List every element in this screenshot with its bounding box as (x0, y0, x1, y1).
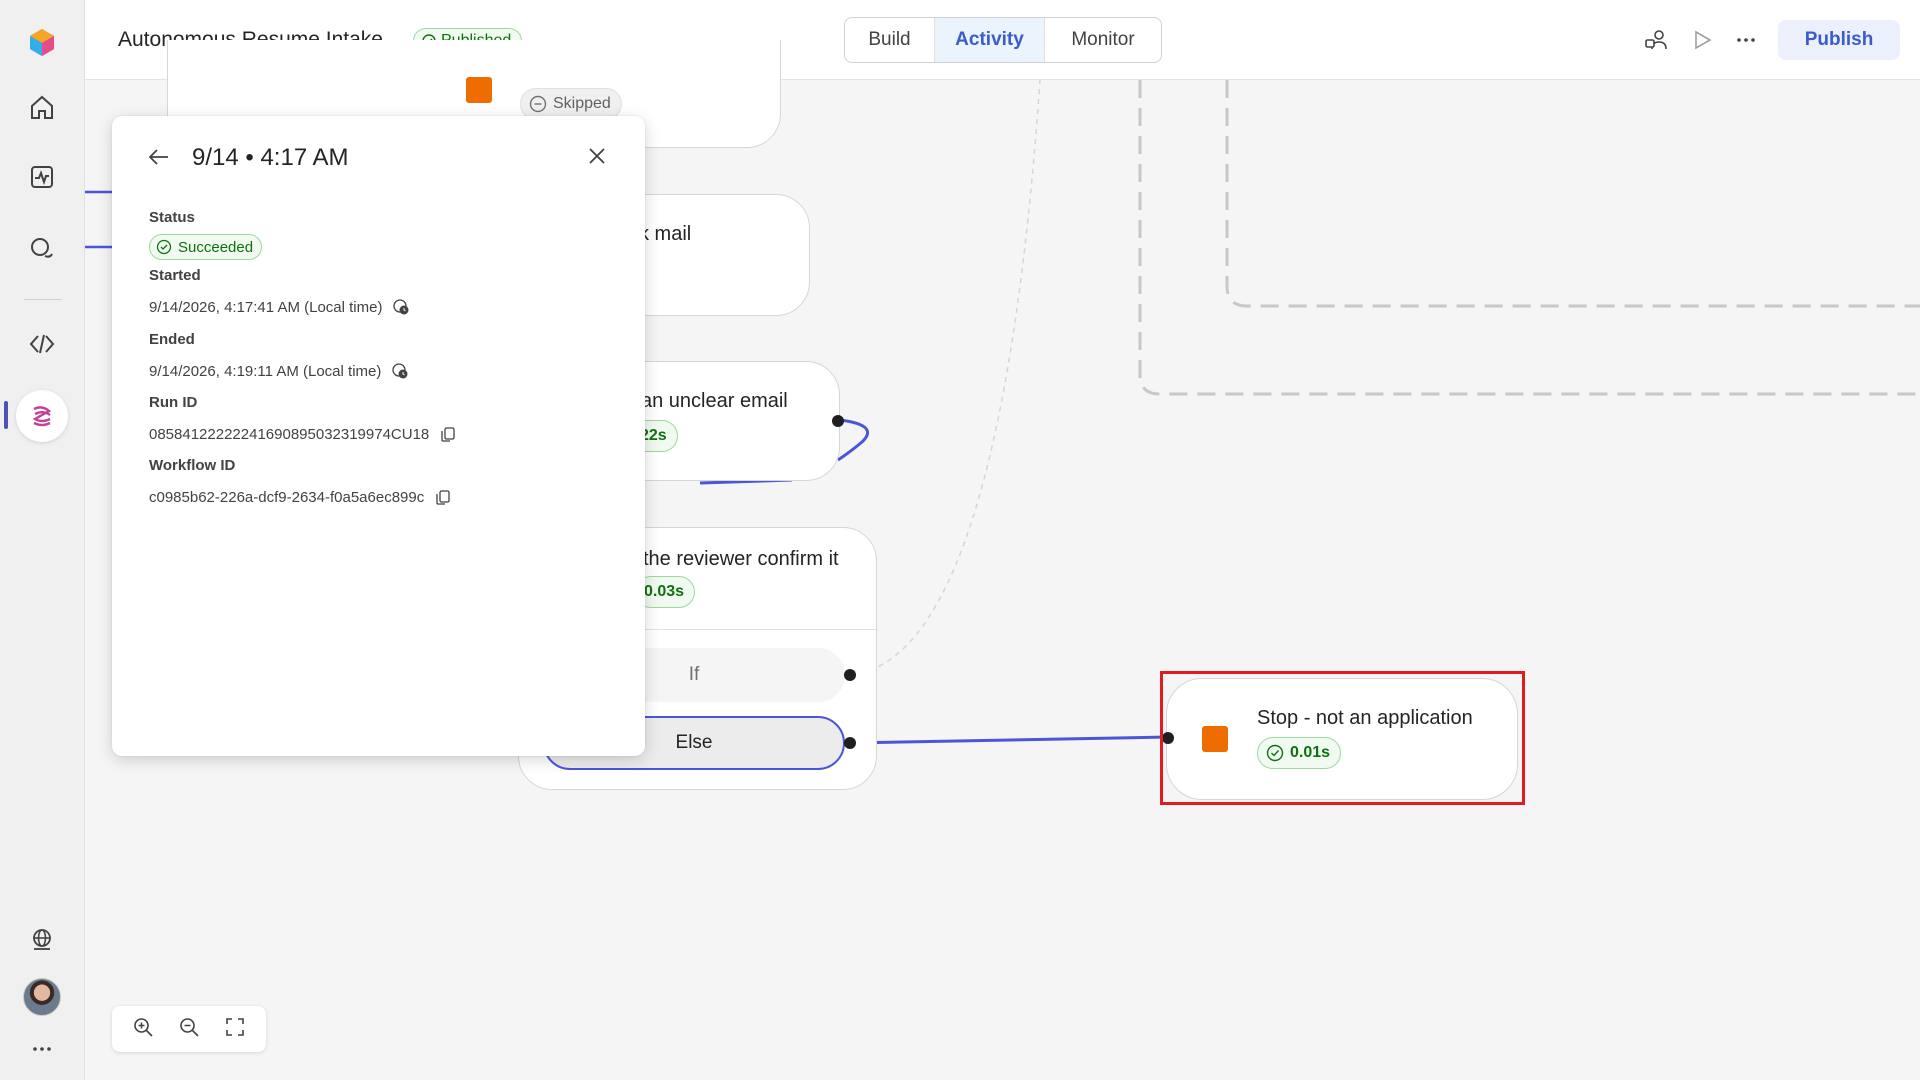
view-tabs: Build Activity Monitor (844, 17, 1162, 63)
branch-else-port[interactable] (844, 737, 856, 749)
home-icon[interactable] (17, 82, 67, 132)
stop-square-icon (466, 77, 492, 103)
run-id-label: Run ID (149, 394, 198, 411)
started-label: Started (149, 267, 201, 284)
run-play-icon[interactable] (1688, 26, 1716, 54)
node-mail-title: k mail (639, 223, 692, 245)
node-unclear-title: an unclear email (641, 390, 788, 412)
workflow-id-label: Workflow ID (149, 457, 236, 474)
back-arrow-icon[interactable] (146, 144, 172, 175)
close-icon[interactable] (585, 144, 609, 173)
chat-icon[interactable] (17, 224, 67, 274)
code-icon[interactable] (17, 319, 67, 369)
selection-highlight (1160, 671, 1525, 805)
copy-icon[interactable] (439, 425, 457, 443)
skipped-icon (529, 95, 547, 113)
tab-monitor[interactable]: Monitor (1045, 18, 1161, 62)
copy-icon[interactable] (434, 488, 452, 506)
branch-if-port[interactable] (844, 669, 856, 681)
status-label: Status (149, 209, 195, 226)
check-circle-icon (156, 239, 172, 255)
ended-label: Ended (149, 331, 195, 348)
node-unclear-port[interactable] (832, 415, 844, 427)
run-details-panel: 9/14 • 4:17 AM Status Succeeded Started … (112, 116, 645, 756)
ended-value: 9/14/2026, 4:19:11 AM (Local time) (149, 362, 409, 380)
workflow-icon[interactable] (16, 390, 68, 442)
publish-button[interactable]: Publish (1778, 20, 1900, 60)
tab-activity[interactable]: Activity (935, 18, 1045, 62)
globe-clock-icon (393, 299, 409, 315)
avatar[interactable] (23, 978, 61, 1016)
globe-clock-icon (392, 363, 408, 379)
left-rail (0, 0, 85, 1080)
skipped-label: Skipped (553, 95, 611, 112)
more-icon[interactable] (17, 1024, 67, 1074)
app-logo-icon[interactable] (17, 17, 67, 67)
zoom-out-icon[interactable] (178, 1016, 200, 1043)
zoom-controls (112, 1006, 266, 1052)
fit-view-icon[interactable] (224, 1016, 246, 1043)
more-options-icon[interactable] (1732, 26, 1760, 54)
status-badge: Succeeded (149, 234, 263, 260)
globe-icon[interactable] (17, 915, 67, 965)
tab-build[interactable]: Build (845, 18, 935, 62)
rail-divider (24, 299, 62, 300)
node-condition-title: the reviewer confirm it (643, 548, 839, 570)
rail-active-indicator (4, 401, 8, 429)
zoom-in-icon[interactable] (132, 1016, 154, 1043)
activity-icon[interactable] (17, 152, 67, 202)
workflow-id-value: c0985b62-226a-dcf9-2634-f0a5a6ec899c (149, 488, 452, 506)
panel-title: 9/14 • 4:17 AM (192, 144, 349, 171)
share-users-icon[interactable] (1642, 26, 1670, 54)
started-value: 9/14/2026, 4:17:41 AM (Local time) (149, 298, 410, 316)
run-id-value: 08584122222241690895032319974CU18 (149, 425, 457, 443)
